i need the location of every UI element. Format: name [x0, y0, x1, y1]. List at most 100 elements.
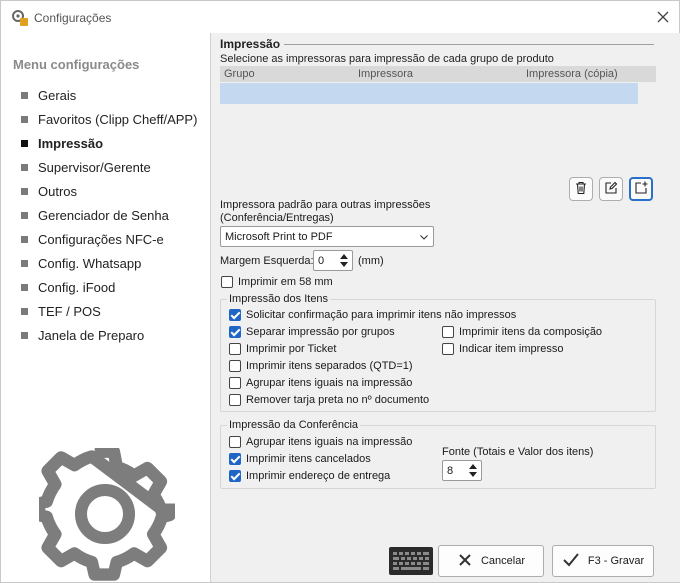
sidebar-item-label: Config. iFood	[38, 279, 116, 295]
font-size-label: Fonte (Totais e Valor dos itens)	[442, 446, 594, 458]
conference-group-items-checkbox[interactable]: Agrupar itens iguais na impressão	[229, 436, 412, 448]
print-58mm-checkbox[interactable]: Imprimir em 58 mm	[221, 276, 333, 288]
font-size-stepper[interactable]: 8	[442, 460, 482, 481]
group-title: Impressão da Conferência	[227, 419, 361, 431]
checkbox-label: Indicar item impresso	[459, 343, 564, 355]
bullet-icon	[21, 163, 28, 171]
column-header-printer[interactable]: Impressora	[358, 68, 413, 80]
checkbox-label: Imprimir em 58 mm	[238, 276, 333, 288]
section-title: Impressão	[220, 37, 281, 51]
cancel-button[interactable]: Cancelar	[438, 545, 544, 577]
checkbox-box	[229, 326, 241, 338]
checkbox-box	[442, 326, 454, 338]
confirm-unprinted-checkbox[interactable]: Solicitar confirmação para imprimir iten…	[229, 309, 516, 321]
sidebar-item-preparo[interactable]: Janela de Preparo	[21, 326, 144, 344]
column-header-group[interactable]: Grupo	[224, 68, 255, 80]
items-print-group: Impressão dos Itens Solicitar confirmaçã…	[220, 293, 656, 412]
print-by-ticket-checkbox[interactable]: Imprimir por Ticket	[229, 343, 336, 355]
bullet-icon	[21, 259, 28, 267]
default-printer-select[interactable]: Microsoft Print to PDF	[220, 226, 434, 247]
left-margin-unit: (mm)	[358, 255, 384, 267]
sidebar-item-label: TEF / POS	[38, 303, 101, 319]
bullet-icon	[21, 115, 28, 123]
add-document-icon	[634, 181, 648, 198]
sidebar-item-senha[interactable]: Gerenciador de Senha	[21, 206, 169, 224]
separate-by-groups-checkbox[interactable]: Separar impressão por grupos	[229, 326, 395, 338]
group-equal-items-checkbox[interactable]: Agrupar itens iguais na impressão	[229, 377, 412, 389]
print-separate-items-checkbox[interactable]: Imprimir itens separados (QTD=1)	[229, 360, 413, 372]
grid-header: Grupo Impressora Impressora (cópia)	[220, 66, 656, 82]
stepper-arrows-icon[interactable]	[338, 252, 350, 269]
add-button[interactable]	[629, 177, 653, 201]
sidebar-item-label: Impressão	[38, 135, 104, 151]
font-size-value: 8	[447, 465, 454, 477]
sidebar-item-ifood[interactable]: Config. iFood	[21, 278, 115, 296]
print-cancelled-items-checkbox[interactable]: Imprimir itens cancelados	[229, 453, 371, 465]
checkbox-box	[229, 377, 241, 389]
bullet-icon	[21, 331, 28, 339]
checkbox-box	[221, 276, 233, 288]
save-button-label: F3 - Gravar	[587, 555, 645, 567]
sidebar-item-label: Configurações NFC-e	[38, 231, 164, 247]
default-printer-sublabel: (Conferência/Entregas)	[220, 212, 334, 224]
sidebar-item-label: Supervisor/Gerente	[38, 159, 151, 175]
cancel-button-label: Cancelar	[480, 555, 526, 567]
print-composition-checkbox[interactable]: Imprimir itens da composição	[442, 326, 602, 338]
checkbox-label: Imprimir itens da composição	[459, 326, 603, 338]
sidebar-item-favoritos[interactable]: Favoritos (Clipp Cheff/APP)	[21, 110, 197, 128]
save-button[interactable]: F3 - Gravar	[552, 545, 654, 577]
chevron-down-icon	[419, 232, 429, 245]
window-title: Configurações	[34, 11, 112, 25]
default-printer-value: Microsoft Print to PDF	[225, 231, 333, 243]
printer-group-grid[interactable]: Grupo Impressora Impressora (cópia)	[220, 66, 656, 172]
section-divider	[284, 44, 654, 45]
sidebar-item-label: Gerenciador de Senha	[38, 207, 169, 223]
default-printer-label: Impressora padrão para outras impressões	[220, 199, 431, 211]
edit-button[interactable]	[599, 177, 623, 201]
checkbox-box	[229, 309, 241, 321]
section-description: Selecione as impressoras para impressão …	[220, 53, 554, 65]
checkbox-label: Separar impressão por grupos	[246, 326, 395, 338]
sidebar-item-supervisor[interactable]: Supervisor/Gerente	[21, 158, 151, 176]
checkbox-box	[229, 343, 241, 355]
delete-button[interactable]	[569, 177, 593, 201]
sidebar-item-outros[interactable]: Outros	[21, 182, 77, 200]
mark-printed-item-checkbox[interactable]: Indicar item impresso	[442, 343, 564, 355]
bullet-icon	[21, 307, 28, 315]
sidebar-item-gerais[interactable]: Gerais	[21, 86, 76, 104]
checkbox-label: Agrupar itens iguais na impressão	[246, 377, 413, 389]
print-delivery-address-checkbox[interactable]: Imprimir endereço de entrega	[229, 470, 390, 482]
left-margin-value: 0	[318, 255, 325, 267]
title-bar: Configurações	[1, 1, 679, 33]
remove-black-bar-checkbox[interactable]: Remover tarja preta no nº documento	[229, 394, 429, 406]
virtual-keyboard-button[interactable]	[389, 547, 433, 575]
trash-icon	[574, 181, 588, 198]
keyboard-icon	[389, 552, 433, 578]
left-margin-stepper[interactable]: 0	[313, 250, 353, 271]
sidebar-item-nfce[interactable]: Configurações NFC-e	[21, 230, 164, 248]
checkbox-label: Solicitar confirmação para imprimir iten…	[246, 309, 517, 321]
column-header-printer-copy[interactable]: Impressora (cópia)	[526, 68, 618, 80]
printing-settings-panel: Impressão Selecione as impressoras para …	[212, 33, 680, 582]
sidebar-item-label: Outros	[38, 183, 78, 199]
edit-icon	[604, 181, 618, 198]
checkbox-label: Imprimir itens separados (QTD=1)	[246, 360, 413, 372]
bullet-icon	[21, 211, 28, 219]
close-icon[interactable]	[653, 7, 673, 27]
sidebar-item-impressao[interactable]: Impressão	[21, 134, 103, 152]
checkbox-box	[229, 453, 241, 465]
grid-selected-row[interactable]	[220, 83, 638, 104]
checkbox-label: Agrupar itens iguais na impressão	[246, 436, 413, 448]
checkbox-box	[229, 470, 241, 482]
sidebar-item-label: Favoritos (Clipp Cheff/APP)	[38, 111, 198, 127]
sidebar-item-label: Config. Whatsapp	[38, 255, 142, 271]
stepper-arrows-icon[interactable]	[467, 462, 479, 479]
checkbox-label: Imprimir itens cancelados	[246, 453, 371, 465]
sidebar-item-tef-pos[interactable]: TEF / POS	[21, 302, 101, 320]
gear-icon	[32, 445, 176, 583]
bullet-icon	[21, 283, 28, 291]
sidebar-title: Menu configurações	[13, 57, 140, 72]
bullet-icon	[21, 187, 28, 195]
checkbox-label: Imprimir endereço de entrega	[246, 470, 391, 482]
sidebar-item-whatsapp[interactable]: Config. Whatsapp	[21, 254, 141, 272]
